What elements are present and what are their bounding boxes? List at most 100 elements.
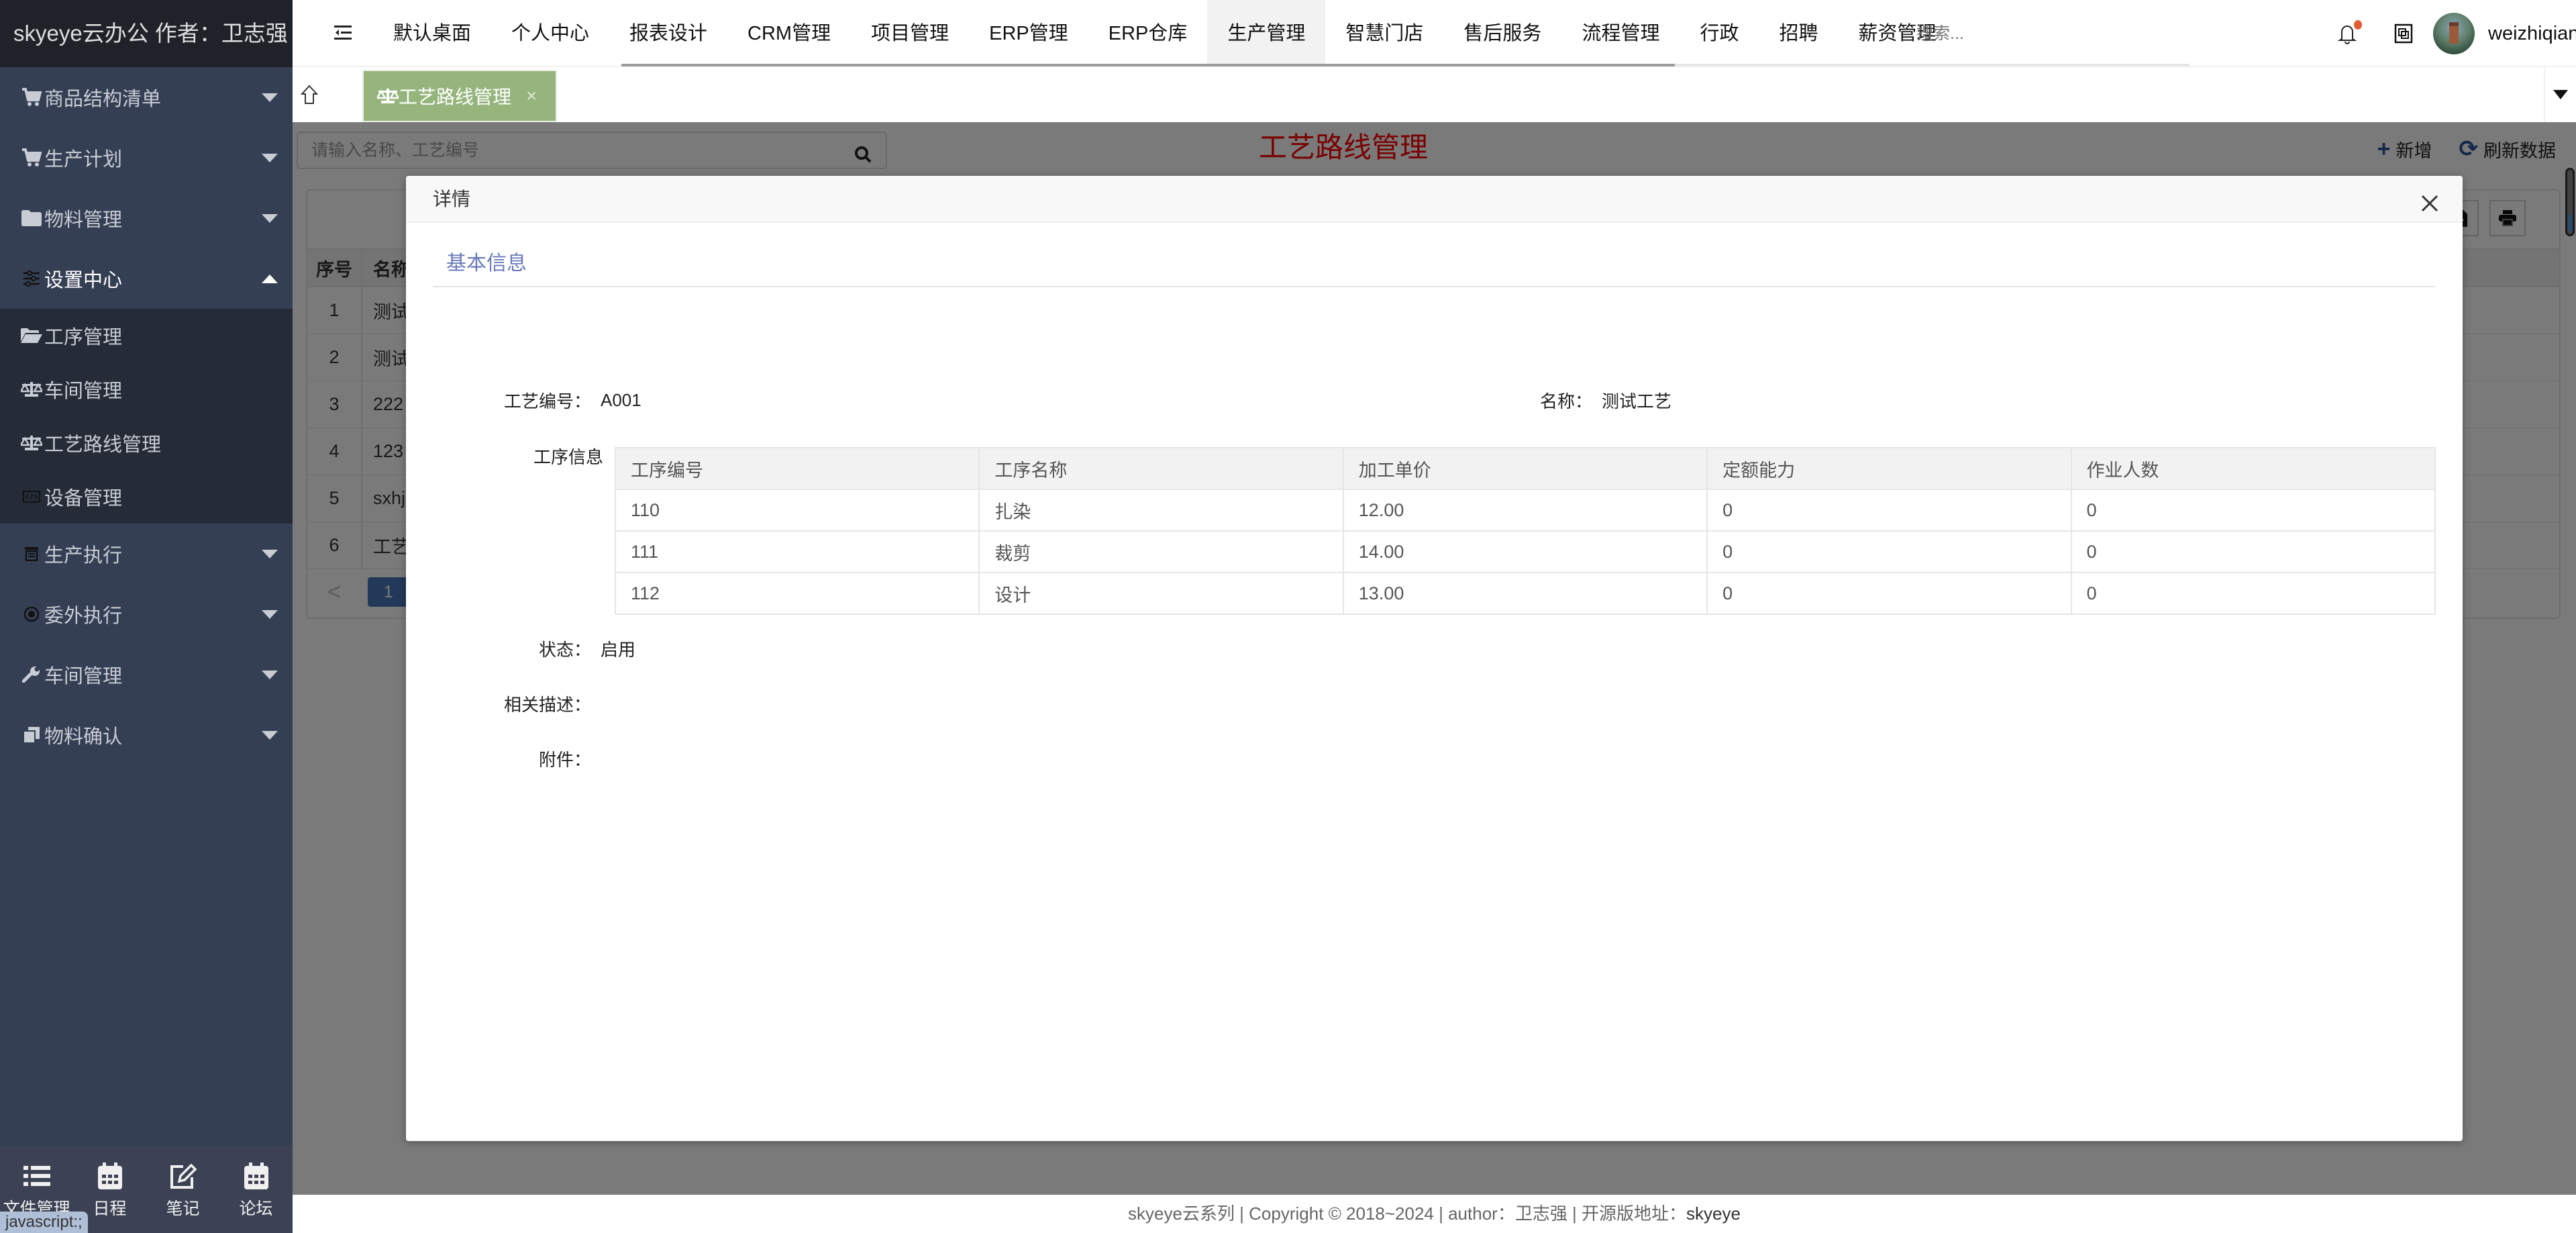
field-value: 测试工艺: [1602, 391, 1672, 411]
nav-erp-warehouse[interactable]: ERP仓库: [1088, 0, 1208, 67]
footer-repo-link[interactable]: skyeye: [1686, 1203, 1741, 1224]
cell-capacity: 0: [1706, 489, 2072, 532]
nav-project[interactable]: 项目管理: [851, 0, 969, 67]
modal-close-button[interactable]: [2417, 187, 2442, 212]
chevron-down-icon: [262, 610, 278, 619]
cell-process-code: 112: [614, 572, 980, 615]
table-row: 110 扎染 12.00 0 0: [614, 489, 2436, 532]
cell-process-code: 111: [614, 530, 980, 573]
notification-button[interactable]: [2332, 19, 2362, 48]
sidebar-item-production-execution[interactable]: 生产执行: [0, 524, 293, 584]
sidebar-item-label: 物料确认: [44, 726, 123, 748]
cell-process-name: 设计: [978, 572, 1344, 615]
sidebar-item-materials[interactable]: 物料管理: [0, 188, 293, 248]
sidebar-item-settings-center[interactable]: 设置中心: [0, 248, 293, 309]
nav-default-desktop[interactable]: 默认桌面: [373, 0, 491, 67]
sidebar-item-process-management[interactable]: 工序管理: [0, 309, 293, 362]
tab-more-button[interactable]: [2544, 67, 2576, 122]
tab-process-route[interactable]: 工艺路线管理 ×: [362, 70, 557, 122]
cart-download-icon: [20, 148, 43, 167]
nav-production[interactable]: 生产管理: [1207, 0, 1326, 67]
folder-icon: [20, 210, 43, 226]
tab-label: 工艺路线管理: [399, 87, 512, 107]
radio-dot-icon: [20, 605, 43, 623]
brand-title: skyeye云办公 作者：卫志强: [0, 0, 293, 67]
archive-icon: [20, 546, 43, 561]
field-label: 相关描述：: [503, 695, 591, 715]
nav-workflow[interactable]: 流程管理: [1561, 0, 1680, 67]
modal-title: 详情: [433, 189, 471, 209]
field-value: A001: [601, 390, 641, 410]
chevron-down-icon: [262, 154, 278, 162]
field-process-code: 工艺编号： A001: [433, 388, 641, 413]
top-menu-scrollbar[interactable]: [621, 64, 2189, 66]
nav-smart-store[interactable]: 智慧门店: [1325, 0, 1443, 67]
cell-unit-price: 13.00: [1342, 572, 1708, 615]
close-icon: [2421, 195, 2438, 212]
tab-close-button[interactable]: ×: [526, 85, 537, 107]
nav-erp[interactable]: ERP管理: [969, 0, 1088, 67]
menu-fold-icon: [334, 26, 352, 40]
column-header: 工序编号: [614, 447, 980, 490]
nav-after-sales[interactable]: 售后服务: [1443, 0, 1561, 67]
fullscreen-button[interactable]: [2389, 19, 2418, 48]
field-attachment: 附件：: [433, 746, 601, 771]
avatar: [2433, 13, 2475, 54]
field-process-info: 工序信息: [433, 444, 613, 468]
user-menu[interactable]: weizhiqiang(:: [2433, 12, 2576, 55]
chevron-up-icon: [262, 275, 278, 283]
chevron-down-icon: [262, 550, 278, 558]
modal-header: 详情: [406, 176, 2463, 223]
tool-notes[interactable]: 笔记: [146, 1146, 219, 1233]
sidebar-item-label: 商品结构清单: [44, 89, 162, 110]
balance-scale-icon: [20, 382, 43, 397]
wrench-icon: [20, 667, 43, 683]
nav-recruitment[interactable]: 招聘: [1759, 0, 1838, 67]
sidebar-item-label: 委外执行: [44, 605, 123, 627]
field-label: 工序信息: [533, 447, 603, 467]
sidebar-item-equipment-management[interactable]: 设备管理: [0, 470, 293, 524]
sidebar-toggle-button[interactable]: [333, 23, 353, 43]
sidebar-item-outsourcing-execution[interactable]: 委外执行: [0, 584, 293, 644]
column-header: 工序名称: [978, 447, 1344, 490]
field-value: 启用: [601, 640, 636, 660]
fullscreen-icon: [2394, 23, 2413, 44]
sidebar-item-process-route-management[interactable]: 工艺路线管理: [0, 416, 293, 470]
nav-crm[interactable]: CRM管理: [727, 0, 851, 67]
sidebar-item-label: 工序管理: [44, 327, 123, 348]
sidebar-item-material-confirm[interactable]: 物料确认: [0, 705, 293, 765]
edit-icon: [168, 1159, 198, 1193]
caret-down-icon: [2553, 90, 2568, 99]
sidebar-item-label: 生产计划: [44, 149, 123, 170]
field-name: 名称： 测试工艺: [1434, 388, 1671, 413]
nav-report-design[interactable]: 报表设计: [609, 0, 727, 67]
cell-workers: 0: [2070, 489, 2436, 532]
cell-unit-price: 12.00: [1342, 489, 1708, 532]
settings-submenu: 工序管理 车间管理 工艺路线管理 设备管理: [0, 309, 293, 524]
cell-unit-price: 14.00: [1342, 530, 1708, 573]
sidebar-item-workshop[interactable]: 车间管理: [0, 644, 293, 705]
sidebar-item-workshop-management[interactable]: 车间管理: [0, 362, 293, 416]
sidebar-item-production-plan[interactable]: 生产计划: [0, 128, 293, 188]
balance-scale-icon: [20, 436, 43, 450]
sidebar-item-label: 设备管理: [44, 488, 123, 509]
process-table: 工序编号 工序名称 加工单价 定额能力 作业人数 110 扎染 12.00 0 …: [614, 447, 2436, 615]
tab-bar: 工艺路线管理 ×: [293, 67, 2576, 122]
sidebar-item-label: 设置中心: [44, 270, 123, 291]
footer-copyright: skyeye云系列 | Copyright © 2018~2024 | auth…: [1128, 1203, 1687, 1224]
field-label: 状态：: [538, 640, 591, 660]
sidebar-item-bom[interactable]: 商品结构清单: [0, 67, 293, 128]
global-search-input[interactable]: [1916, 20, 2091, 47]
calendar-icon: [97, 1159, 122, 1193]
footer: skyeye云系列 | Copyright © 2018~2024 | auth…: [293, 1195, 2576, 1233]
home-tab[interactable]: [293, 67, 326, 122]
field-label: 名称：: [1539, 391, 1592, 411]
username: weizhiqiang(:: [2488, 22, 2576, 44]
nav-administration[interactable]: 行政: [1680, 0, 1759, 67]
nav-personal-center[interactable]: 个人中心: [491, 0, 609, 67]
column-header: 加工单价: [1342, 447, 1708, 490]
section-title: 基本信息: [433, 247, 2436, 287]
cell-capacity: 0: [1706, 572, 2072, 615]
cell-capacity: 0: [1706, 530, 2072, 573]
tool-forum[interactable]: 论坛: [219, 1146, 293, 1233]
